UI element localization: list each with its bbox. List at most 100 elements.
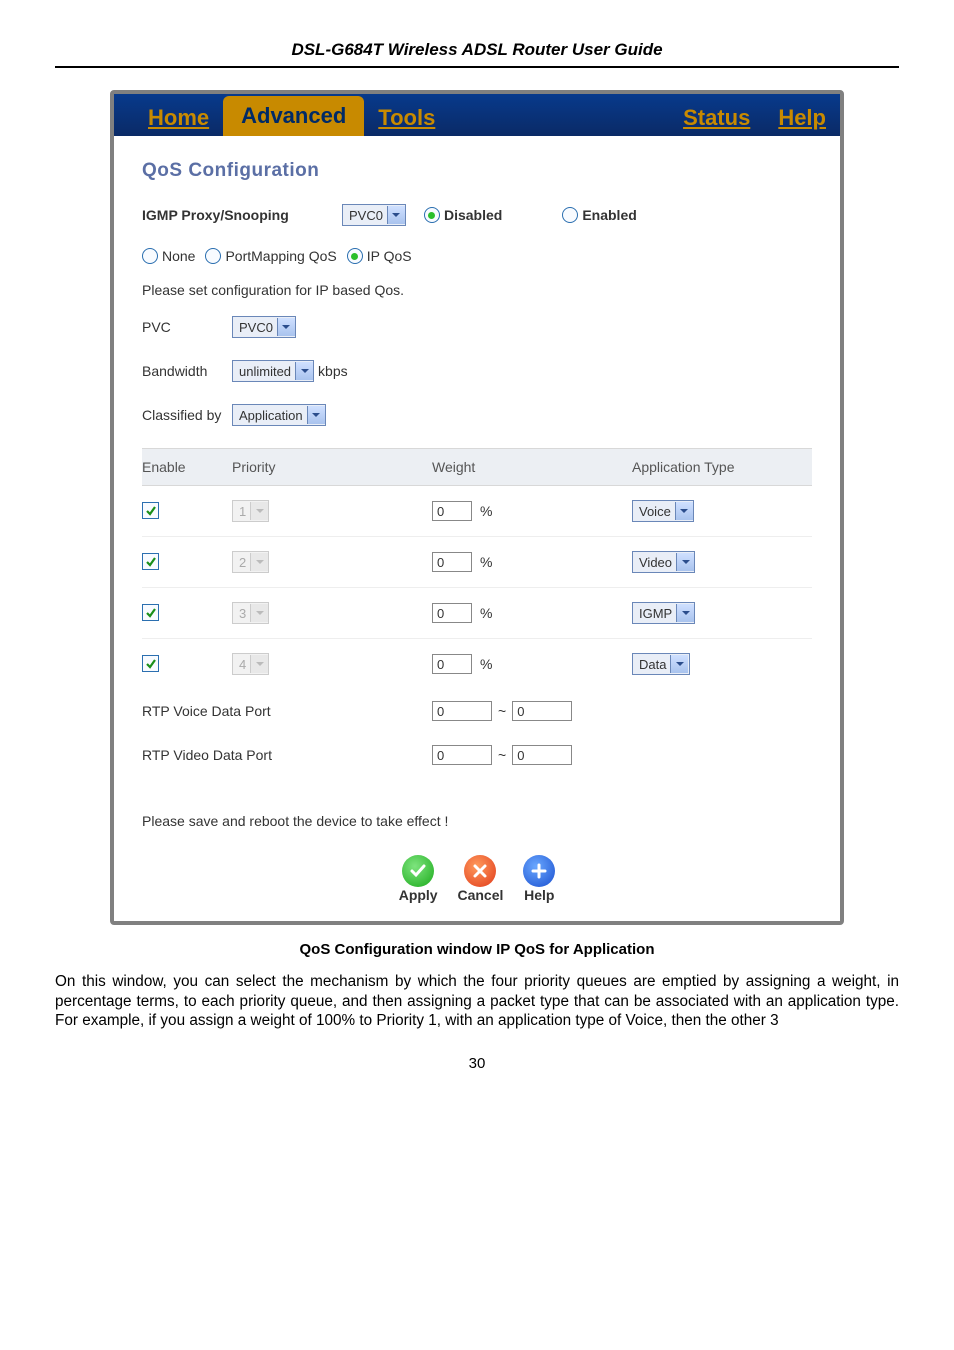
apptype-select[interactable]: Voice <box>632 500 694 522</box>
hdr-priority: Priority <box>232 459 432 475</box>
mode-none-label: None <box>162 248 195 264</box>
section-title: QoS Configuration <box>142 160 812 182</box>
weight-input[interactable] <box>432 501 472 521</box>
ipqos-row: 3% IGMP <box>142 588 812 639</box>
apptype-select[interactable]: Video <box>632 551 695 573</box>
chevron-down-icon <box>250 655 268 673</box>
priority-select: 2 <box>232 551 269 573</box>
tab-advanced[interactable]: Advanced <box>223 96 364 136</box>
range-separator: ~ <box>498 747 506 763</box>
tab-status[interactable]: Status <box>669 98 764 136</box>
priority-value: 2 <box>239 555 246 570</box>
weight-unit: % <box>480 503 492 519</box>
mode-portmapping-radio[interactable] <box>205 248 221 264</box>
weight-unit: % <box>480 554 492 570</box>
priority-value: 4 <box>239 657 246 672</box>
help-button[interactable] <box>523 855 555 887</box>
rtp-video-label: RTP Video Data Port <box>142 747 432 763</box>
priority-value: 1 <box>239 504 246 519</box>
apptype-value: Video <box>639 555 672 570</box>
tab-tools[interactable]: Tools <box>364 98 449 136</box>
mode-ipqos-radio[interactable] <box>347 248 363 264</box>
priority-value: 3 <box>239 606 246 621</box>
chevron-down-icon <box>676 604 694 622</box>
chevron-down-icon <box>676 553 694 571</box>
config-panel: Home Advanced Tools Status Help QoS Conf… <box>110 90 844 925</box>
hdr-apptype: Application Type <box>632 459 812 475</box>
enable-checkbox[interactable] <box>142 553 159 570</box>
x-icon <box>471 862 489 880</box>
classified-value: Application <box>239 408 303 423</box>
igmp-enabled-label: Enabled <box>582 207 636 223</box>
chevron-down-icon <box>250 604 268 622</box>
figure-caption: QoS Configuration window IP QoS for Appl… <box>55 941 899 958</box>
apptype-select[interactable]: Data <box>632 653 690 675</box>
apptype-value: Voice <box>639 504 671 519</box>
igmp-proxy-label: IGMP Proxy/Snooping <box>142 207 342 223</box>
rtp-voice-from-input[interactable] <box>432 701 492 721</box>
apply-button[interactable] <box>402 855 434 887</box>
bandwidth-select[interactable]: unlimited <box>232 360 314 382</box>
mode-none-radio[interactable] <box>142 248 158 264</box>
body-paragraph: On this window, you can select the mecha… <box>55 972 899 1031</box>
ipqos-instruction: Please set configuration for IP based Qo… <box>142 282 812 298</box>
rtp-voice-label: RTP Voice Data Port <box>142 703 432 719</box>
chevron-down-icon <box>670 655 688 673</box>
igmp-disabled-label: Disabled <box>444 207 502 223</box>
mode-ipqos-label: IP QoS <box>367 248 412 264</box>
apptype-select[interactable]: IGMP <box>632 602 695 624</box>
cancel-label: Cancel <box>457 887 503 903</box>
apply-label: Apply <box>399 887 438 903</box>
priority-select: 1 <box>232 500 269 522</box>
ipqos-row: 2% Video <box>142 537 812 588</box>
header-rule <box>55 66 899 68</box>
tab-home[interactable]: Home <box>134 98 223 136</box>
cancel-button[interactable] <box>464 855 496 887</box>
rtp-video-from-input[interactable] <box>432 745 492 765</box>
chevron-down-icon <box>387 206 405 224</box>
chevron-down-icon <box>277 318 295 336</box>
rtp-voice-to-input[interactable] <box>512 701 572 721</box>
chevron-down-icon <box>250 553 268 571</box>
pvc-select[interactable]: PVC0 <box>232 316 296 338</box>
classified-select[interactable]: Application <box>232 404 326 426</box>
enable-checkbox[interactable] <box>142 655 159 672</box>
ipqos-row: 1% Voice <box>142 486 812 537</box>
enable-checkbox[interactable] <box>142 502 159 519</box>
button-row: Apply Cancel Help <box>142 855 812 903</box>
igmp-enabled-radio[interactable] <box>562 207 578 223</box>
weight-input[interactable] <box>432 552 472 572</box>
page-number: 30 <box>55 1055 899 1072</box>
hdr-enable: Enable <box>142 459 232 475</box>
tab-help[interactable]: Help <box>764 98 840 136</box>
doc-header: DSL-G684T Wireless ADSL Router User Guid… <box>55 40 899 60</box>
bandwidth-label: Bandwidth <box>142 363 232 379</box>
enable-checkbox[interactable] <box>142 604 159 621</box>
save-reboot-notice: Please save and reboot the device to tak… <box>142 813 812 829</box>
tab-bar: Home Advanced Tools Status Help <box>114 94 840 136</box>
chevron-down-icon <box>250 502 268 520</box>
range-separator: ~ <box>498 703 506 719</box>
weight-unit: % <box>480 656 492 672</box>
classified-label: Classified by <box>142 407 232 423</box>
plus-icon <box>530 862 548 880</box>
apptype-value: Data <box>639 657 666 672</box>
weight-input[interactable] <box>432 603 472 623</box>
apptype-value: IGMP <box>639 606 672 621</box>
check-icon <box>409 862 427 880</box>
igmp-pvc-value: PVC0 <box>349 208 383 223</box>
ipqos-row: 4% Data <box>142 639 812 689</box>
chevron-down-icon <box>295 362 313 380</box>
priority-select: 4 <box>232 653 269 675</box>
weight-unit: % <box>480 605 492 621</box>
igmp-pvc-select[interactable]: PVC0 <box>342 204 406 226</box>
igmp-disabled-radio[interactable] <box>424 207 440 223</box>
rtp-video-to-input[interactable] <box>512 745 572 765</box>
weight-input[interactable] <box>432 654 472 674</box>
ipqos-headers: Enable Priority Weight Application Type <box>142 448 812 486</box>
chevron-down-icon <box>675 502 693 520</box>
help-label: Help <box>524 887 554 903</box>
hdr-weight: Weight <box>432 459 632 475</box>
bandwidth-value: unlimited <box>239 364 291 379</box>
priority-select: 3 <box>232 602 269 624</box>
